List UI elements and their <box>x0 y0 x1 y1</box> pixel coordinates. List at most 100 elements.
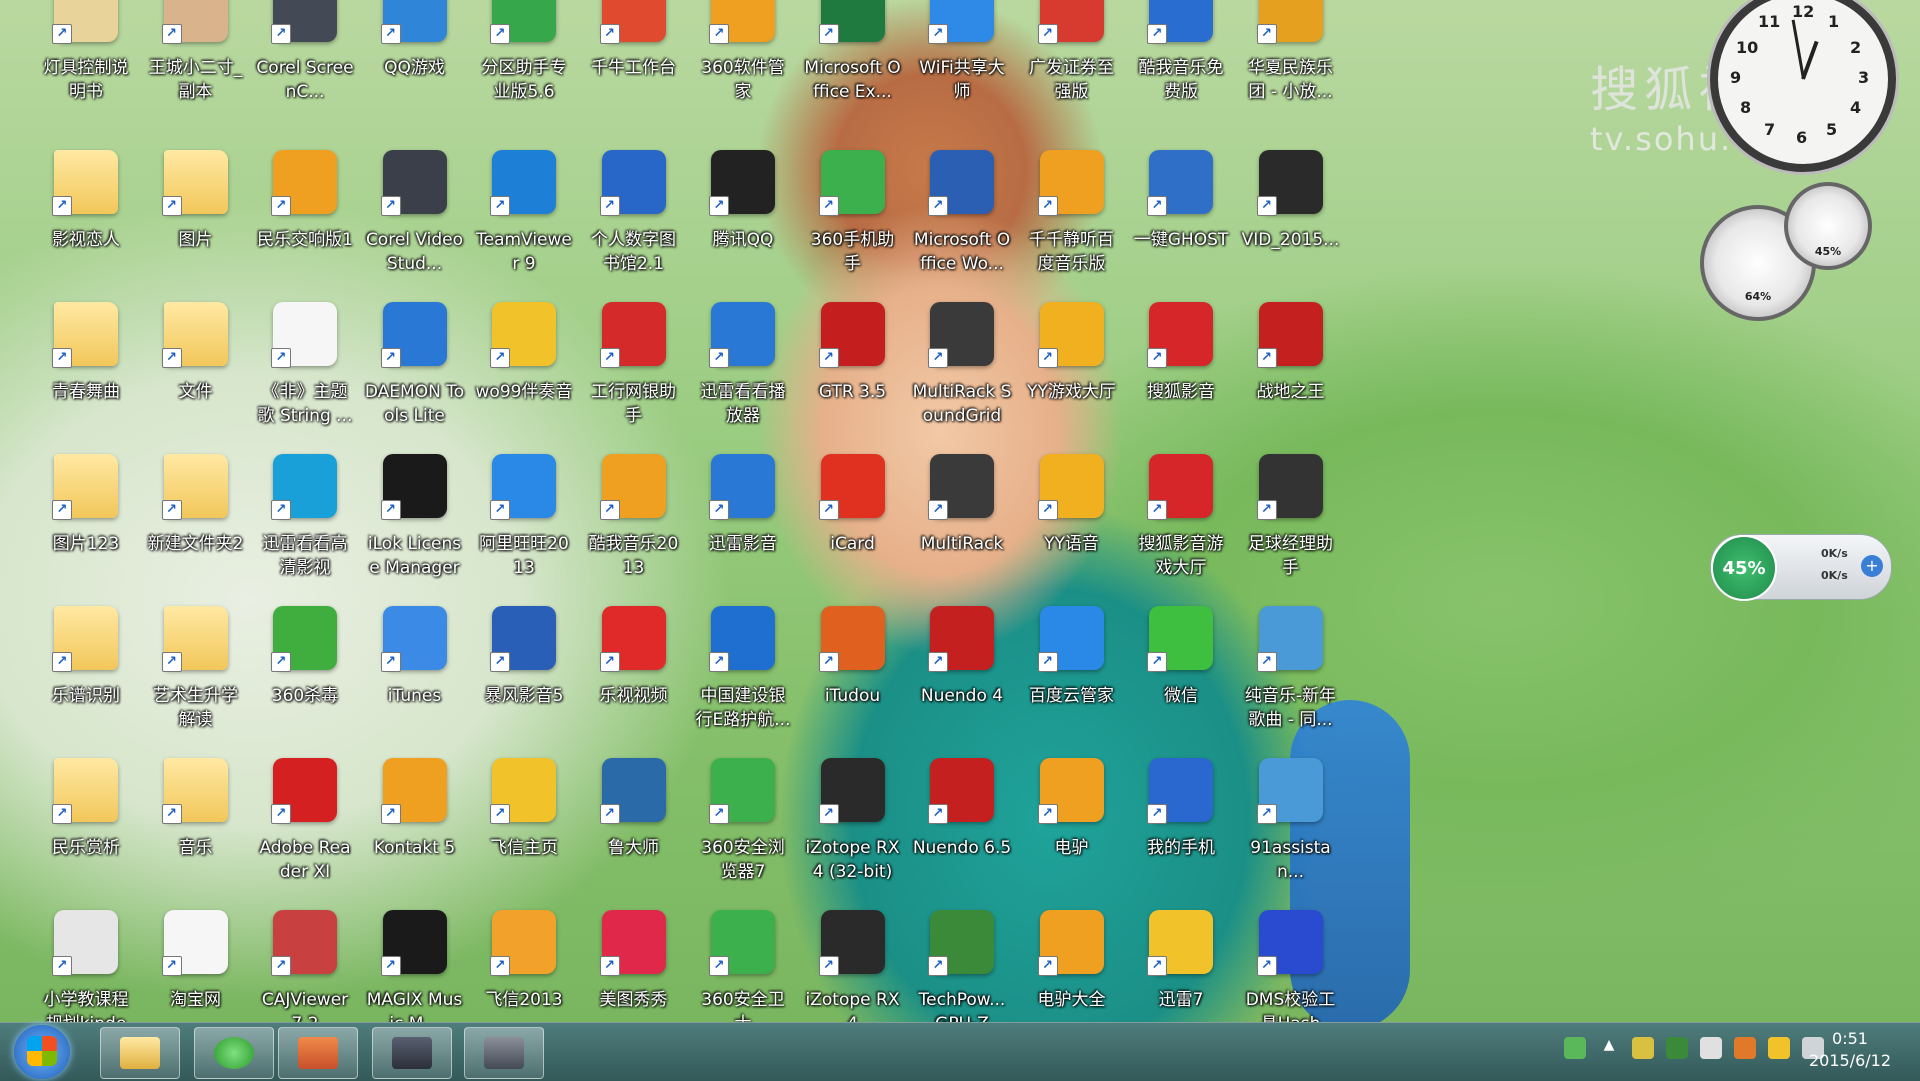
desktop-icon[interactable]: ↗ 千牛工作台 <box>584 0 684 128</box>
desktop-icon[interactable]: ↗ iZotope RX 4 (32-bit) <box>803 758 903 908</box>
battery-icon[interactable] <box>1564 1037 1586 1059</box>
desktop-icon[interactable]: ↗ 360安全浏览器7 <box>693 758 793 908</box>
desktop-icon[interactable]: ↗ iZotope RX 4 <box>803 910 903 1022</box>
desktop-icon[interactable]: ↗ Microsoft Office Ex... <box>803 0 903 128</box>
desktop-icon[interactable]: ↗ MultiRack SoundGrid <box>912 302 1012 452</box>
desktop-icon[interactable]: ↗ 华夏民族乐团 - 小放... <box>1241 0 1341 128</box>
desktop-icon[interactable]: ↗ 迅雷看看播放器 <box>693 302 793 452</box>
desktop-icon[interactable]: ↗ 民乐赏析 <box>36 758 136 908</box>
security-app-icon[interactable] <box>1768 1037 1790 1059</box>
desktop-icon[interactable]: ↗ Kontakt 5 <box>365 758 465 908</box>
desktop-icon[interactable]: ↗ 飞信2013 <box>474 910 574 1022</box>
desktop-icon[interactable]: ↗ 酷我音乐2013 <box>584 454 684 604</box>
desktop-icon[interactable]: ↗ 民乐交响版1 <box>255 150 355 300</box>
network-signal-icon[interactable] <box>1632 1037 1654 1059</box>
desktop-icon[interactable]: ↗ 360软件管家 <box>693 0 793 128</box>
desktop-icon[interactable]: ↗ Corel ScreenC... <box>255 0 355 128</box>
desktop-icon[interactable]: ↗ 百度云管家 <box>1022 606 1122 756</box>
desktop-icon[interactable]: ↗ DAEMON Tools Lite <box>365 302 465 452</box>
desktop-icon[interactable]: ↗ 图片123 <box>36 454 136 604</box>
desktop-icon[interactable]: ↗ 图片 <box>146 150 246 300</box>
desktop-icon[interactable]: ↗ Adobe Reader XI <box>255 758 355 908</box>
shield-icon[interactable] <box>1666 1037 1688 1059</box>
desktop-icon[interactable]: ↗ 360安全卫士 <box>693 910 793 1022</box>
desktop-icon[interactable]: ↗ Nuendo 4 <box>912 606 1012 756</box>
desktop-icon[interactable]: ↗ 搜狐影音游戏大厅 <box>1131 454 1231 604</box>
desktop-icon[interactable]: ↗ iTunes <box>365 606 465 756</box>
desktop-icon[interactable]: ↗ CAJViewer 7.2 <box>255 910 355 1022</box>
desktop-icon[interactable]: ↗ 足球经理助手 <box>1241 454 1341 604</box>
desktop-icon[interactable]: ↗ 灯具控制说明书 <box>36 0 136 128</box>
tray-expand-icon[interactable]: ▲ <box>1598 1037 1620 1059</box>
desktop-icon[interactable]: ↗ 音乐 <box>146 758 246 908</box>
desktop[interactable]: 搜狐视频 tv.sohu.com 12 1 2 3 4 5 6 7 8 9 10… <box>0 0 1920 1022</box>
desktop-icon[interactable]: ↗ DMS校验工具Hash <box>1241 910 1341 1022</box>
desktop-icon[interactable]: ↗ 飞信主页 <box>474 758 574 908</box>
speaker-icon[interactable] <box>1700 1037 1722 1059</box>
desktop-icon[interactable]: ↗ YY语音 <box>1022 454 1122 604</box>
memory-gauge[interactable]: 45% <box>1784 182 1872 270</box>
desktop-icon[interactable]: ↗ 腾讯QQ <box>693 150 793 300</box>
desktop-icon[interactable]: ↗ 迅雷7 <box>1131 910 1231 1022</box>
taskbar-clock[interactable]: 0:51 2015/6/12 <box>1800 1028 1900 1072</box>
desktop-icon[interactable]: ↗ 一键GHOST <box>1131 150 1231 300</box>
desktop-icon[interactable]: ↗ 纯音乐-新年歌曲 - 同... <box>1241 606 1341 756</box>
desktop-icon[interactable]: ↗ 影视恋人 <box>36 150 136 300</box>
desktop-icon[interactable]: ↗ 小学教课程规划kinde <box>36 910 136 1022</box>
taskbar-screen-recorder-button[interactable] <box>464 1027 544 1079</box>
desktop-icon[interactable]: ↗ 千千静听百度音乐版 <box>1022 150 1122 300</box>
network-widget-add-button[interactable]: + <box>1861 555 1883 577</box>
desktop-icon[interactable]: ↗ 乐视视频 <box>584 606 684 756</box>
desktop-icon[interactable]: ↗ 酷我音乐免费版 <box>1131 0 1231 128</box>
taskbar-explorer-button[interactable] <box>100 1027 180 1079</box>
desktop-icon[interactable]: ↗ YY游戏大厅 <box>1022 302 1122 452</box>
desktop-icon[interactable]: ↗ wo99伴奏音 <box>474 302 574 452</box>
desktop-icon[interactable]: ↗ 王城小二寸_副本 <box>146 0 246 128</box>
desktop-icon[interactable]: ↗ iTudou <box>803 606 903 756</box>
desktop-icon[interactable]: ↗ iCard <box>803 454 903 604</box>
desktop-icon[interactable]: ↗ MAGIX Music M... <box>365 910 465 1022</box>
desktop-icon[interactable]: ↗ 微信 <box>1131 606 1231 756</box>
desktop-icon[interactable]: ↗ TechPow... GPU-Z <box>912 910 1012 1022</box>
desktop-icon[interactable]: ↗ 青春舞曲 <box>36 302 136 452</box>
desktop-icon[interactable]: ↗ Microsoft Office Wo... <box>912 150 1012 300</box>
desktop-icon[interactable]: ↗ 工行网银助手 <box>584 302 684 452</box>
desktop-icon[interactable]: ↗ 360手机助手 <box>803 150 903 300</box>
desktop-icon[interactable]: ↗ WiFi共享大师 <box>912 0 1012 128</box>
desktop-icon[interactable]: ↗ 分区助手专业版5.6 <box>474 0 574 128</box>
desktop-icon[interactable]: ↗ 鲁大师 <box>584 758 684 908</box>
start-button[interactable] <box>14 1025 70 1079</box>
desktop-icon[interactable]: ↗ 电驴 <box>1022 758 1122 908</box>
desktop-icon[interactable]: ↗ 电驴大全 <box>1022 910 1122 1022</box>
desktop-icon[interactable]: ↗ 暴风影音5 <box>474 606 574 756</box>
desktop-icon[interactable]: ↗ MultiRack <box>912 454 1012 604</box>
desktop-icon[interactable]: ↗ 阿里旺旺2013 <box>474 454 574 604</box>
desktop-icon[interactable]: ↗ 淘宝网 <box>146 910 246 1022</box>
desktop-icon[interactable]: ↗ QQ游戏 <box>365 0 465 128</box>
desktop-icon[interactable]: ↗ 《非》主题歌 String ... <box>255 302 355 452</box>
desktop-icon[interactable]: ↗ GTR 3.5 <box>803 302 903 452</box>
desktop-icon[interactable]: ↗ iLok License Manager <box>365 454 465 604</box>
clock-gadget[interactable]: 12 1 2 3 4 5 6 7 8 9 10 11 <box>1710 0 1896 172</box>
desktop-icon[interactable]: ↗ 艺术生升学解读 <box>146 606 246 756</box>
desktop-icon[interactable]: ↗ 个人数字图书馆2.1 <box>584 150 684 300</box>
desktop-icon[interactable]: ↗ 中国建设银行E路护航... <box>693 606 793 756</box>
taskbar-presentation-button[interactable] <box>278 1027 358 1079</box>
network-speed-widget[interactable]: 45% 0K/s 0K/s + <box>1710 534 1892 601</box>
desktop-icon[interactable]: ↗ 战地之王 <box>1241 302 1341 452</box>
desktop-icon[interactable]: ↗ TeamViewer 9 <box>474 150 574 300</box>
desktop-icon[interactable]: ↗ Corel VideoStud... <box>365 150 465 300</box>
desktop-icon[interactable]: ↗ 迅雷看看高清影视 <box>255 454 355 604</box>
taskbar-video-editor-button[interactable] <box>372 1027 452 1079</box>
desktop-icon[interactable]: ↗ 文件 <box>146 302 246 452</box>
desktop-icon[interactable]: ↗ 搜狐影音 <box>1131 302 1231 452</box>
desktop-icon[interactable]: ↗ Nuendo 6.5 <box>912 758 1012 908</box>
desktop-icon[interactable]: ↗ VID_2015... <box>1241 150 1341 300</box>
desktop-icon[interactable]: ↗ 新建文件夹2 <box>146 454 246 604</box>
desktop-icon[interactable]: ↗ 美图秀秀 <box>584 910 684 1022</box>
desktop-icon[interactable]: ↗ 91assistan... <box>1241 758 1341 908</box>
desktop-icon[interactable]: ↗ 广发证券至强版 <box>1022 0 1122 128</box>
desktop-icon[interactable]: ↗ 我的手机 <box>1131 758 1231 908</box>
desktop-icon[interactable]: ↗ 乐谱识别 <box>36 606 136 756</box>
volume-icon[interactable] <box>1734 1037 1756 1059</box>
